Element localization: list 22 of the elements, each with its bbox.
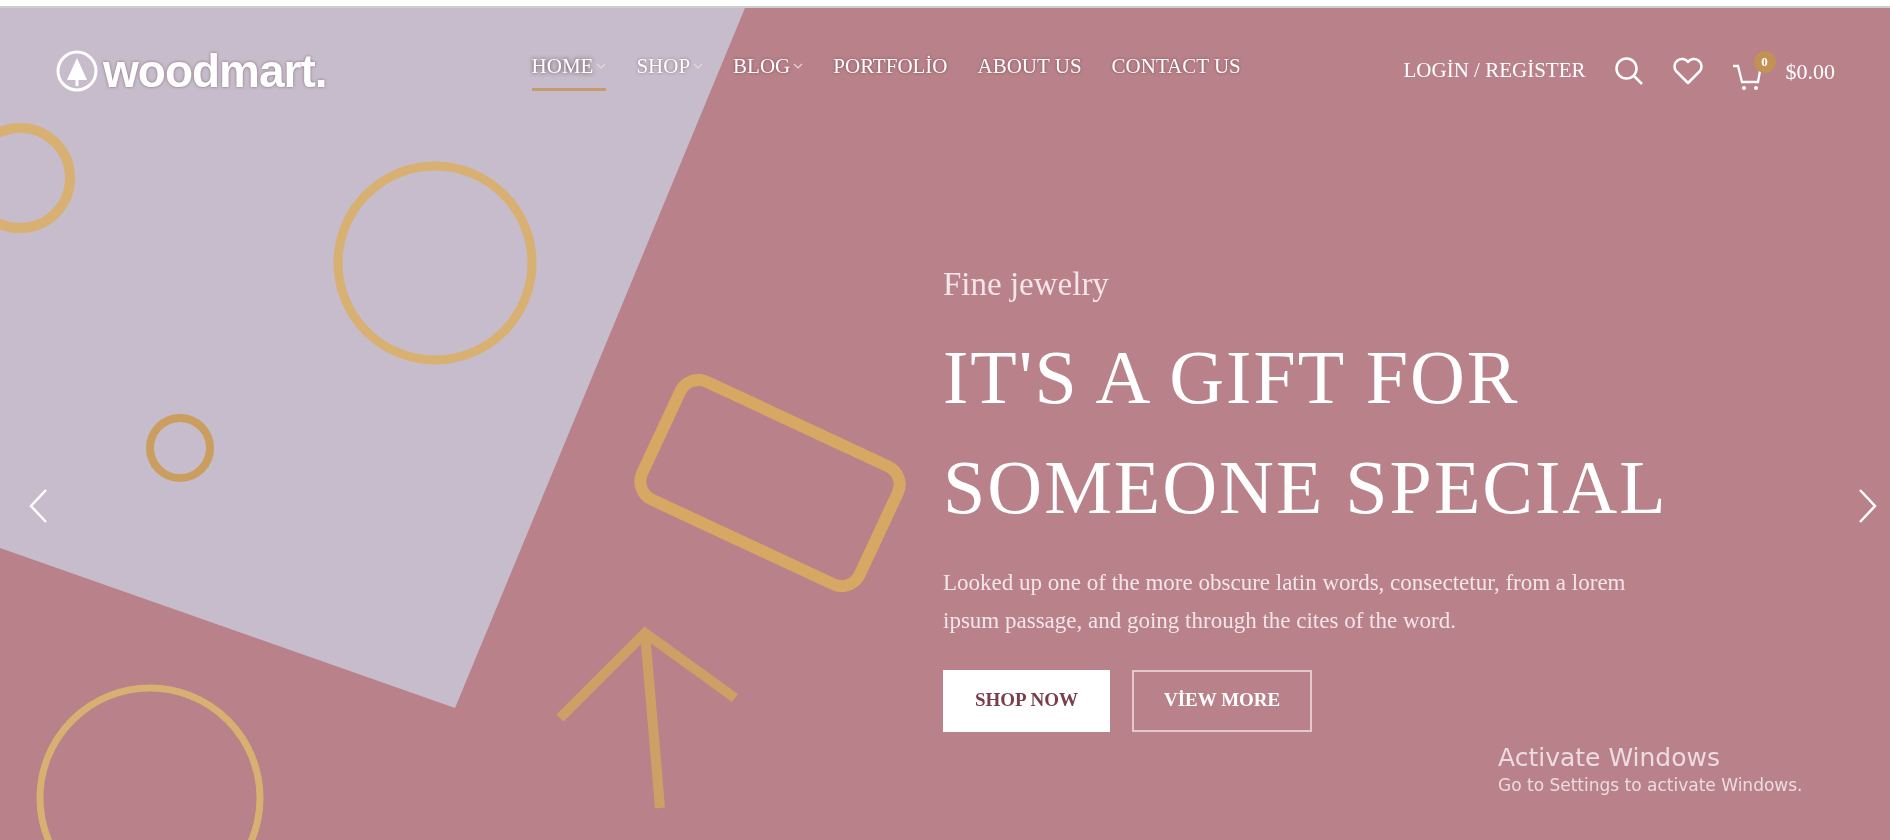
activation-notice-text: Go to Settings to activate Windows.	[1498, 774, 1803, 797]
cart-total[interactable]: $0.00	[1785, 54, 1835, 88]
shop-now-button[interactable]: SHOP NOW	[943, 669, 1110, 732]
login-register-link[interactable]: LOGİN / REGİSTER	[1403, 55, 1586, 87]
nav-link[interactable]: SHOP	[636, 50, 704, 92]
nav-link[interactable]: CONTACT US	[1111, 50, 1241, 92]
nav-link[interactable]: HOME	[531, 50, 607, 92]
heart-icon[interactable]	[1671, 57, 1704, 85]
view-more-button[interactable]: VİEW MORE	[1131, 669, 1313, 732]
next-slide-arrow-icon[interactable]	[1858, 488, 1878, 524]
slide-description: Looked up one of the more obscure latin words, consectetur, from a lorem ipsum passage, and going through the cites of the word.	[943, 568, 1627, 635]
tree-logo-icon	[55, 49, 99, 93]
slide-subtitle: Fine jewelry	[943, 265, 1110, 304]
previous-slide-arrow-icon[interactable]	[28, 488, 48, 524]
logo-text[interactable]: woodmart.	[103, 48, 327, 94]
activation-notice-title: Activate Windows	[1498, 743, 1721, 773]
nav-link[interactable]: ABOUT US	[977, 50, 1082, 92]
nav-link[interactable]: BLOG	[733, 50, 804, 92]
slide-headline: IT'S A GIFT FOR	[943, 333, 1520, 421]
search-icon[interactable]	[1613, 56, 1644, 86]
nav-link[interactable]: PORTFOLİO	[833, 50, 948, 92]
slide-headline: SOMEONE SPECIAL	[943, 443, 1668, 531]
